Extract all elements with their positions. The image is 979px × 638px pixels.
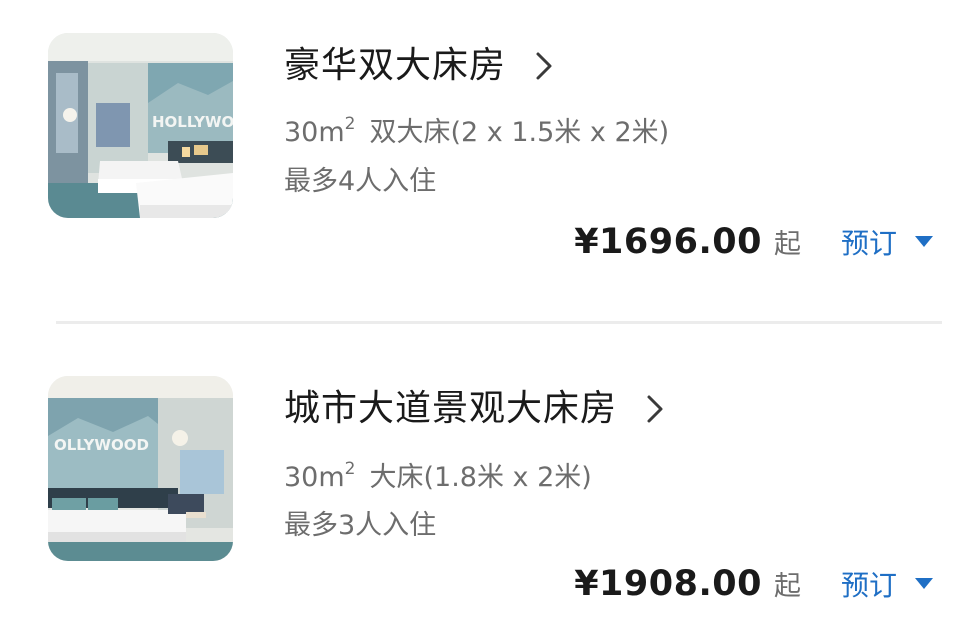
book-button[interactable]: 预订 [841,222,897,262]
price-row: ¥1908.00 起 预订 [574,564,933,604]
price-suffix: 起 [773,229,801,260]
room-area: 30m [284,462,345,493]
room-spec: 30m2 双大床(2 x 1.5米 x 2米) [284,106,669,151]
chevron-right-icon[interactable] [645,384,671,434]
room-area-unit-sup: 2 [344,114,356,134]
caret-down-icon[interactable] [915,236,933,247]
room-name: 豪华双大床房 [284,45,507,86]
max-occupancy: 最多3人入住 [284,510,437,541]
bed-info: 大床(1.8米 x 2米) [369,462,592,493]
room-spec: 30m2 大床(1.8米 x 2米) [284,451,592,496]
room-name-link[interactable]: 豪华双大床房 [284,41,560,91]
caret-down-icon[interactable] [915,578,933,589]
room-card[interactable]: HOLLYWO 豪华双大床房 30m2 双大床(2 x 1.5米 x 2米) 最多… [0,0,979,322]
price-row: ¥1696.00 起 预订 [574,222,933,262]
room-photo[interactable]: HOLLYWO [48,33,233,218]
room-card[interactable]: OLLYWOOD 城市大道景观大床房 30m2 大床(1.8米 x 2米) 最多3… [0,324,979,638]
room-name: 城市大道景观大床房 [284,388,618,429]
svg-text:HOLLYWO: HOLLYWO [152,113,233,131]
book-button[interactable]: 预订 [841,564,897,604]
room-area: 30m [284,117,345,148]
room-photo-image: HOLLYWO [48,33,233,218]
room-area-unit-sup: 2 [344,459,356,479]
room-name-link[interactable]: 城市大道景观大床房 [284,384,671,434]
max-occupancy: 最多4人入住 [284,166,437,197]
room-price: ¥1908.00 [574,564,762,604]
room-price: ¥1696.00 [574,222,762,262]
room-photo[interactable]: OLLYWOOD [48,376,233,561]
bed-info: 双大床(2 x 1.5米 x 2米) [369,117,670,148]
svg-text:OLLYWOOD: OLLYWOOD [54,436,149,454]
room-photo-image: OLLYWOOD [48,376,233,561]
price-suffix: 起 [773,571,801,602]
chevron-right-icon[interactable] [534,41,560,91]
